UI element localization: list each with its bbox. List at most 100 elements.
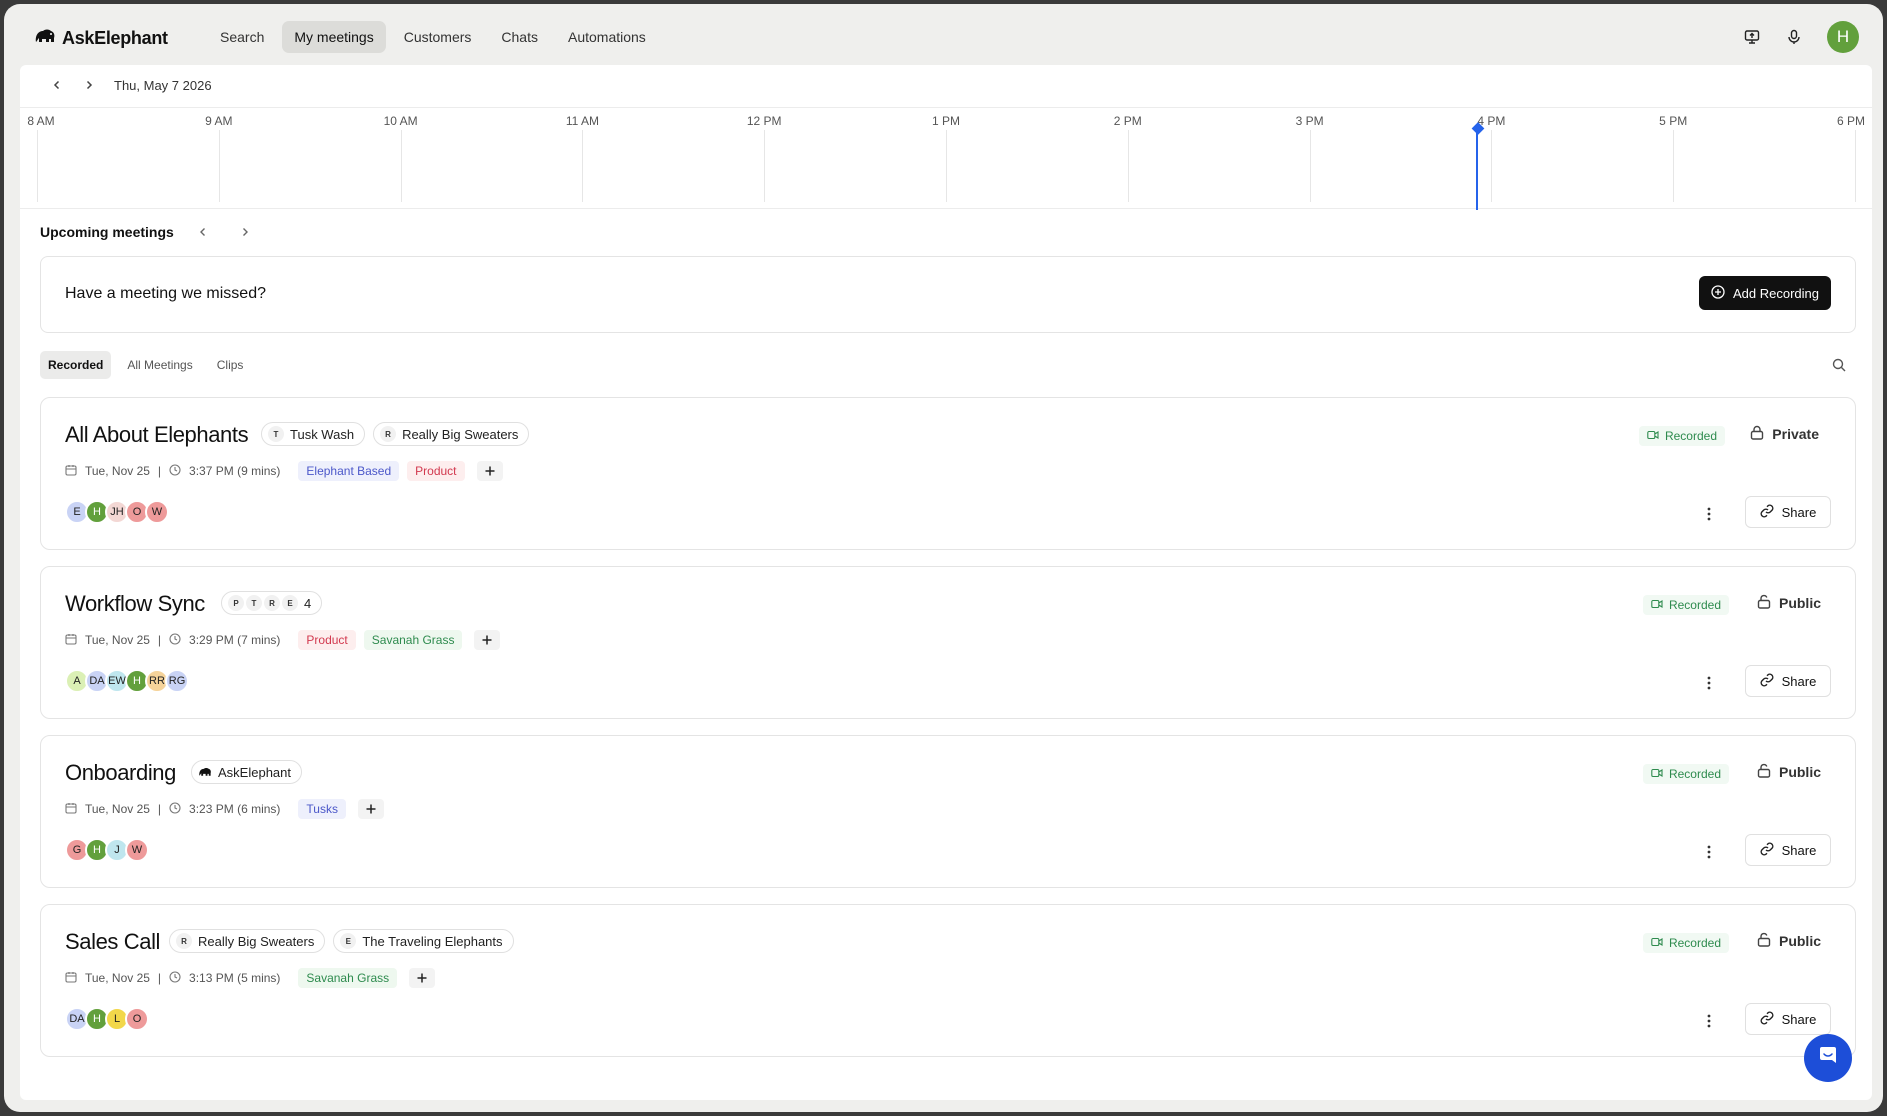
meeting-card[interactable]: Onboarding AskElephant Tue, Nov 25 | 3:2… <box>40 735 1856 888</box>
label-tag[interactable]: Savanah Grass <box>298 968 398 988</box>
privacy-label: Public <box>1778 933 1821 949</box>
upcoming-next-button[interactable] <box>234 221 256 243</box>
label-tag[interactable]: Savanah Grass <box>363 630 463 650</box>
company-tag[interactable]: AskElephant <box>191 760 302 784</box>
share-button[interactable]: Share <box>1745 665 1831 697</box>
meeting-card[interactable]: Workflow Sync P T R E 4 Tue, Nov 25 | 3:… <box>40 566 1856 719</box>
timeline-hour-line <box>582 130 584 202</box>
meeting-title[interactable]: Onboarding <box>65 760 176 786</box>
tab-all-meetings[interactable]: All Meetings <box>119 351 200 379</box>
app-logo[interactable]: AskElephant <box>34 28 168 49</box>
nav-search[interactable]: Search <box>208 21 276 53</box>
clock-icon <box>169 463 181 479</box>
add-recording-button[interactable]: Add Recording <box>1699 276 1831 310</box>
participant-avatar[interactable]: O <box>125 1007 149 1031</box>
company-tag[interactable]: R Really Big Sweaters <box>373 422 530 446</box>
meeting-title[interactable]: All About Elephants <box>65 422 249 448</box>
privacy-label: Private <box>1772 426 1819 442</box>
upcoming-prev-button[interactable] <box>192 221 214 243</box>
current-time-indicator <box>1475 128 1478 210</box>
company-group-tag[interactable]: P T R E 4 <box>221 591 323 615</box>
meta-separator: | <box>157 802 162 816</box>
company-tags: P T R E 4 <box>221 591 323 615</box>
clock-icon <box>169 632 181 648</box>
company-tag[interactable]: T Tusk Wash <box>261 422 366 446</box>
meeting-card[interactable]: Sales Call R Really Big Sweaters E The T… <box>40 904 1856 1057</box>
share-button[interactable]: Share <box>1745 834 1831 866</box>
nav-customers[interactable]: Customers <box>392 21 484 53</box>
share-label: Share <box>1781 842 1817 858</box>
user-avatar[interactable]: H <box>1827 21 1859 53</box>
share-button[interactable]: Share <box>1745 1003 1831 1035</box>
label-tag[interactable]: Product <box>298 630 356 650</box>
participant-avatars: G H J W <box>65 838 149 862</box>
privacy-toggle[interactable]: Public <box>1757 763 1821 781</box>
privacy-label: Public <box>1778 595 1821 611</box>
nav-my-meetings[interactable]: My meetings <box>282 21 386 53</box>
tab-recorded[interactable]: Recorded <box>40 351 112 379</box>
company-tag[interactable]: E The Traveling Elephants <box>333 929 514 953</box>
company-name: The Traveling Elephants <box>362 933 503 949</box>
participant-avatar[interactable]: W <box>125 838 149 862</box>
link-icon <box>1760 504 1774 521</box>
share-label: Share <box>1781 673 1817 689</box>
company-badge: R <box>380 426 397 442</box>
meeting-date: Tue, Nov 25 <box>85 633 150 647</box>
nav-automations[interactable]: Automations <box>556 21 658 53</box>
meta-separator: | <box>157 971 162 985</box>
chat-bubble-icon <box>1817 1045 1839 1072</box>
nav-chats[interactable]: Chats <box>489 21 550 53</box>
meeting-card[interactable]: All About Elephants T Tusk Wash R Really… <box>40 397 1856 550</box>
meeting-date: Tue, Nov 25 <box>85 802 150 816</box>
meeting-time: 3:37 PM (9 mins) <box>189 464 281 478</box>
privacy-toggle[interactable]: Public <box>1757 932 1821 950</box>
upcoming-meetings-title: Upcoming meetings <box>40 224 174 240</box>
label-tag[interactable]: Tusks <box>298 799 346 819</box>
status-label: Recorded <box>1668 936 1721 950</box>
company-tag[interactable]: R Really Big Sweaters <box>169 929 326 953</box>
add-tag-button[interactable] <box>474 630 501 650</box>
label-tag[interactable]: Product <box>407 461 465 481</box>
timeline-hour-label: 8 AM <box>27 114 55 128</box>
chat-support-button[interactable] <box>1804 1034 1852 1082</box>
privacy-toggle[interactable]: Public <box>1757 594 1821 612</box>
add-tag-button[interactable] <box>409 968 436 988</box>
more-options-icon[interactable] <box>1699 1011 1719 1031</box>
microphone-icon[interactable] <box>1785 28 1803 46</box>
participant-avatar[interactable]: W <box>145 500 169 524</box>
tab-clips[interactable]: Clips <box>209 351 252 379</box>
screen-share-icon[interactable] <box>1743 28 1761 46</box>
company-badge: T <box>268 426 284 442</box>
current-date: Thu, May 7 2026 <box>114 77 212 93</box>
add-tag-button[interactable] <box>357 799 384 819</box>
meeting-title[interactable]: Workflow Sync <box>65 591 205 617</box>
timeline-hour-label: 5 PM <box>1659 114 1688 128</box>
participant-avatars: DA H L O <box>65 1007 149 1031</box>
privacy-toggle[interactable]: Private <box>1750 425 1819 443</box>
upcoming-meetings-header: Upcoming meetings <box>40 221 256 243</box>
more-options-icon[interactable] <box>1699 673 1719 693</box>
status-badge: Recorded <box>1642 595 1729 615</box>
more-options-icon[interactable] <box>1699 842 1719 862</box>
meeting-tabs: Recorded All Meetings Clips <box>40 351 251 379</box>
add-tag-button[interactable] <box>476 461 503 481</box>
search-icon[interactable] <box>1832 358 1846 377</box>
participant-avatar[interactable]: RG <box>165 669 189 693</box>
unlock-icon <box>1757 594 1771 612</box>
prev-day-button[interactable] <box>46 74 68 96</box>
unlock-icon <box>1757 932 1771 950</box>
company-badge: P <box>228 595 244 611</box>
next-day-button[interactable] <box>78 74 100 96</box>
label-tag[interactable]: Elephant Based <box>298 461 400 481</box>
date-navigator: Thu, May 7 2026 <box>20 65 1872 105</box>
day-timeline[interactable]: 8 AM 9 AM 10 AM 11 AM 12 PM 1 PM 2 PM 3 PM 4 PM 5… <box>20 107 1872 210</box>
calendar-icon <box>65 464 77 479</box>
timeline-hour-line <box>946 130 947 202</box>
more-options-icon[interactable] <box>1699 504 1719 524</box>
link-icon <box>1760 673 1774 690</box>
meeting-time: 3:13 PM (5 mins) <box>189 971 281 985</box>
share-button[interactable]: Share <box>1745 496 1831 528</box>
timeline-hour-line <box>218 130 220 202</box>
meeting-title[interactable]: Sales Call <box>65 929 160 955</box>
status-badge: Recorded <box>1642 764 1729 784</box>
